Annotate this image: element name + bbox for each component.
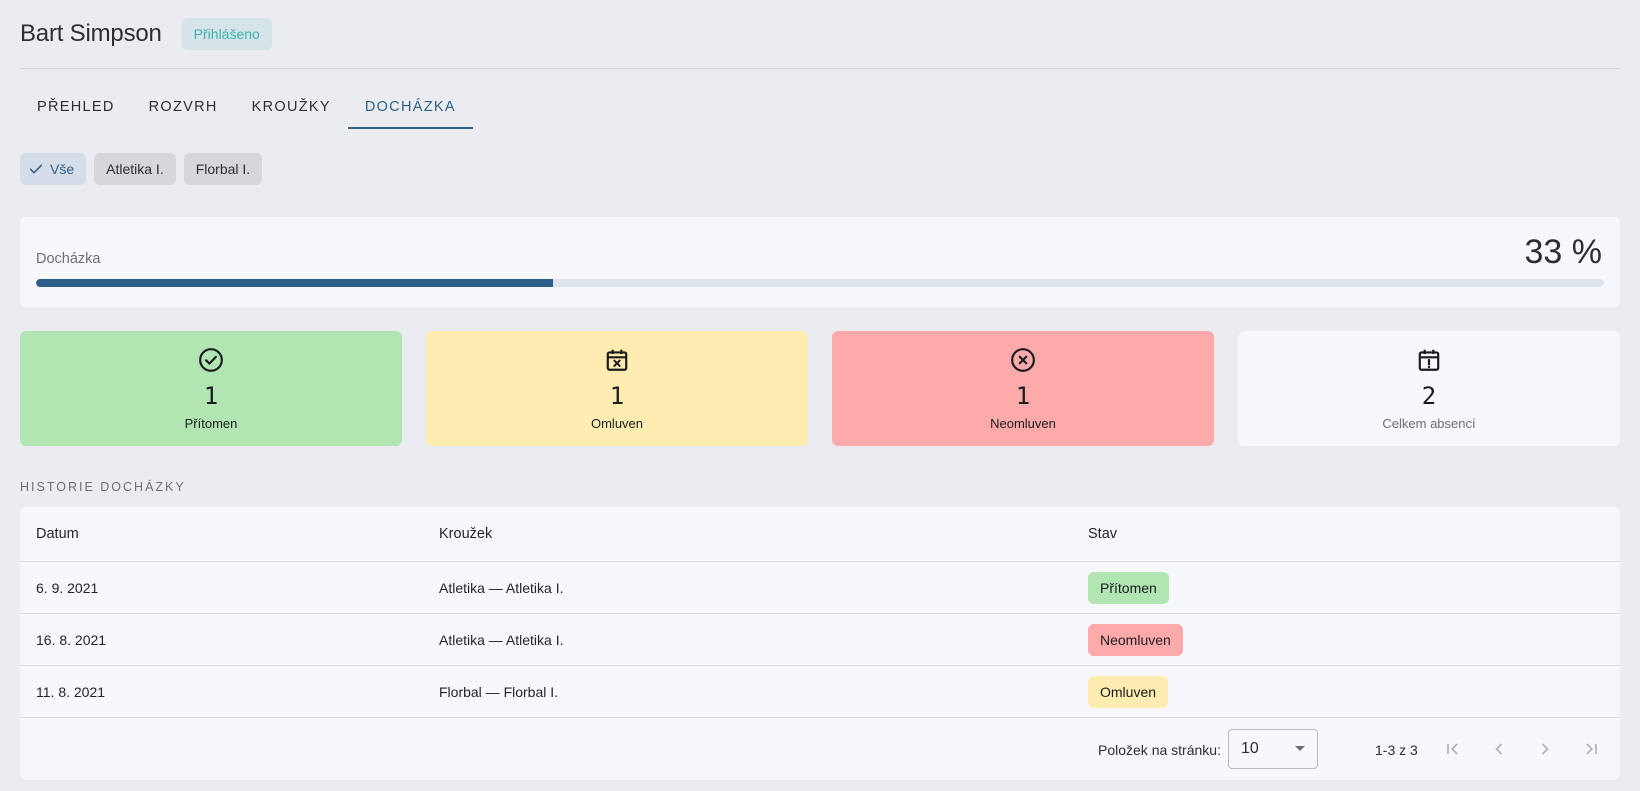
tab-attendance[interactable]: DOCHÁZKA <box>347 85 473 129</box>
filter-chip-atletika[interactable]: Atletika I. <box>94 153 176 185</box>
student-name: Bart Simpson <box>20 20 162 47</box>
stat-count: 1 <box>1015 382 1031 410</box>
tab-schedule[interactable]: ROZVRH <box>132 85 235 129</box>
status-badge: Neomluven <box>1088 623 1183 656</box>
stat-count: 1 <box>203 382 219 410</box>
stat-card-total-absences: 2 Celkem absencí <box>1238 331 1620 446</box>
prev-page-icon[interactable] <box>1487 737 1511 761</box>
table-row: 16. 8. 2021 Atletika — Atletika I. Neoml… <box>20 614 1620 666</box>
column-header-status[interactable]: Stav <box>1088 526 1620 542</box>
filter-chip-label: Vše <box>50 161 75 177</box>
attendance-label: Docházka <box>36 251 101 267</box>
table-row: 6. 9. 2021 Atletika — Atletika I. Přítom… <box>20 562 1620 614</box>
club-filter-chips: Vše Atletika I. Florbal I. <box>20 153 263 185</box>
stat-count: 1 <box>609 382 625 410</box>
attendance-history-table: Datum Kroužek Stav 6. 9. 2021 Atletika —… <box>20 507 1620 780</box>
table-pagination: Položek na stránku: 10 1-3 z 3 <box>20 721 1620 780</box>
items-per-page-select[interactable]: 10 <box>1228 729 1318 769</box>
tab-clubs[interactable]: KROUŽKY <box>235 85 348 129</box>
tab-overview[interactable]: PŘEHLED <box>20 85 132 129</box>
chevron-down-icon <box>1295 746 1305 751</box>
filter-chip-florbal[interactable]: Florbal I. <box>183 153 263 185</box>
table-row: 11. 8. 2021 Florbal — Florbal I. Omluven <box>20 666 1620 718</box>
stat-count: 2 <box>1421 382 1437 410</box>
table-header-row: Datum Kroužek Stav <box>20 507 1620 562</box>
calendar-alert-icon <box>1416 345 1442 375</box>
header-divider <box>20 68 1620 69</box>
cell-date: 16. 8. 2021 <box>36 631 107 648</box>
filter-chip-label: Atletika I. <box>106 161 164 177</box>
filter-chip-all[interactable]: Vše <box>20 153 87 185</box>
items-per-page-value: 10 <box>1241 740 1259 757</box>
status-badge: Přítomen <box>1088 571 1169 604</box>
column-header-club[interactable]: Kroužek <box>439 526 1088 542</box>
column-header-date[interactable]: Datum <box>20 526 439 542</box>
cell-club: Atletika — Atletika I. <box>439 579 564 596</box>
stat-label: Neomluven <box>990 416 1056 431</box>
filter-chip-label: Florbal I. <box>195 161 251 177</box>
pagination-range: 1-3 z 3 <box>1375 742 1418 758</box>
stat-label: Celkem absencí <box>1382 416 1476 431</box>
login-status-badge: Přihlášeno <box>181 18 272 50</box>
status-badge: Omluven <box>1088 675 1169 708</box>
last-page-icon[interactable] <box>1579 737 1603 761</box>
attendance-percent: 33 % <box>1524 233 1603 271</box>
attendance-summary-card: Docházka 33 % <box>20 217 1620 307</box>
check-circle-icon <box>198 345 224 375</box>
stat-label: Přítomen <box>184 416 238 431</box>
items-per-page-label: Položek na stránku: <box>1098 742 1221 758</box>
check-icon <box>28 161 44 177</box>
cell-club: Florbal — Florbal I. <box>439 683 559 700</box>
page-header: Bart Simpson Přihlášeno <box>20 16 272 52</box>
attendance-progress-fill <box>36 279 554 287</box>
stat-label: Omluven <box>590 416 644 431</box>
cell-date: 6. 9. 2021 <box>36 579 99 596</box>
attendance-progress-bar <box>36 279 1604 287</box>
cell-date: 11. 8. 2021 <box>36 683 106 700</box>
student-attendance-page: Bart Simpson Přihlášeno PŘEHLED ROZVRH K… <box>20 0 1620 791</box>
tab-bar: PŘEHLED ROZVRH KROUŽKY DOCHÁZKA <box>20 85 473 129</box>
next-page-icon[interactable] <box>1533 737 1557 761</box>
calendar-x-icon <box>604 345 630 375</box>
attendance-stats: 1 Přítomen 1 Omluven 1 Neomluven 2 Celke… <box>20 331 1620 446</box>
stat-card-excused: 1 Omluven <box>426 331 808 446</box>
first-page-icon[interactable] <box>1441 737 1465 761</box>
x-circle-icon <box>1010 345 1036 375</box>
history-section-title: HISTORIE DOCHÁZKY <box>20 480 186 494</box>
stat-card-unexcused: 1 Neomluven <box>832 331 1214 446</box>
stat-card-present: 1 Přítomen <box>20 331 402 446</box>
cell-club: Atletika — Atletika I. <box>439 631 564 648</box>
